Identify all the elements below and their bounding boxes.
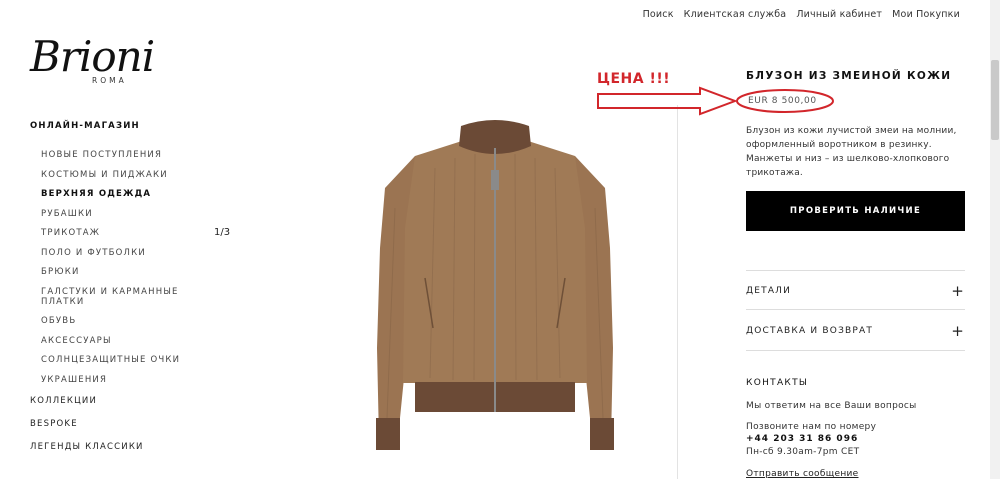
- accordion-divider: [746, 309, 965, 310]
- contacts-line2: Позвоните нам по номеру: [746, 422, 877, 432]
- sidebar-item[interactable]: ВЕРХНЯЯ ОДЕЖДА: [41, 189, 190, 199]
- nav-purchases-link[interactable]: Мои Покупки: [892, 9, 960, 20]
- sidebar-item[interactable]: СОЛНЦЕЗАЩИТНЫЕ ОЧКИ: [41, 355, 190, 365]
- sidebar-item[interactable]: УКРАШЕНИЯ: [41, 375, 190, 385]
- sidebar-item[interactable]: ОБУВЬ: [41, 316, 190, 326]
- nav-customer-service-link[interactable]: Клиентская служба: [684, 9, 787, 20]
- accordion-details[interactable]: ДЕТАЛИ +: [746, 282, 965, 300]
- product-image[interactable]: [375, 118, 615, 479]
- sidebar-item[interactable]: НОВЫЕ ПОСТУПЛЕНИЯ: [41, 150, 190, 160]
- nav-search-link[interactable]: Поиск: [643, 9, 674, 20]
- product-price: EUR 8 500,00: [748, 96, 817, 106]
- brand-logo[interactable]: Brioni ROMA: [30, 32, 160, 88]
- contacts-phone[interactable]: +44 203 31 86 096: [746, 434, 858, 444]
- gallery-counter: 1/3: [214, 227, 231, 238]
- accordion-divider: [746, 270, 965, 271]
- sidebar-item[interactable]: БРЮКИ: [41, 267, 190, 277]
- accordion-details-label: ДЕТАЛИ: [746, 286, 792, 296]
- jacket-right-cuff: [590, 418, 614, 450]
- contacts-line1: Мы ответим на все Ваши вопросы: [746, 401, 917, 411]
- sidebar-link-bespoke[interactable]: BESPOKE: [30, 419, 190, 429]
- accordion-shipping-label: ДОСТАВКА И ВОЗВРАТ: [746, 326, 874, 336]
- nav-account-link[interactable]: Личный кабинет: [796, 9, 882, 20]
- check-availability-button[interactable]: ПРОВЕРИТЬ НАЛИЧИЕ: [746, 191, 965, 231]
- sidebar-item[interactable]: ПОЛО И ФУТБОЛКИ: [41, 248, 190, 258]
- accordion-shipping[interactable]: ДОСТАВКА И ВОЗВРАТ +: [746, 322, 965, 340]
- sidebar-category-list: НОВЫЕ ПОСТУПЛЕНИЯ КОСТЮМЫ И ПИДЖАКИ ВЕРХНЯ…: [41, 150, 190, 385]
- accordion-divider: [746, 350, 965, 351]
- scrollbar[interactable]: [990, 0, 1000, 479]
- contacts-title: КОНТАКТЫ: [746, 378, 809, 388]
- plus-icon: +: [951, 282, 965, 300]
- contacts-message-link[interactable]: Отправить сообщение: [746, 469, 859, 479]
- plus-icon: +: [951, 322, 965, 340]
- sidebar-item[interactable]: РУБАШКИ: [41, 209, 190, 219]
- sidebar-item[interactable]: АКСЕССУАРЫ: [41, 336, 190, 346]
- sidebar-item[interactable]: КОСТЮМЫ И ПИДЖАКИ: [41, 170, 190, 180]
- sidebar-section-title[interactable]: ОНЛАЙН-МАГАЗИН: [30, 121, 190, 131]
- jacket-left-cuff: [376, 418, 400, 450]
- sidebar-bottom-links: КОЛЛЕКЦИИ BESPOKE ЛЕГЕНДЫ КЛАССИКИ: [30, 396, 190, 452]
- product-title: БЛУЗОН ИЗ ЗМЕИНОЙ КОЖИ: [746, 70, 952, 82]
- top-nav: Поиск Клиентская служба Личный кабинет М…: [643, 9, 960, 20]
- price-annotation-text: ЦЕНА !!!: [597, 71, 671, 87]
- logo-script: Brioni: [30, 32, 155, 81]
- sidebar-link-collections[interactable]: КОЛЛЕКЦИИ: [30, 396, 190, 406]
- panel-divider: [677, 105, 678, 479]
- product-description: Блузон из кожи лучистой змеи на молнии, …: [746, 126, 957, 178]
- sidebar: ОНЛАЙН-МАГАЗИН НОВЫЕ ПОСТУПЛЕНИЯ КОСТЮМЫ …: [30, 121, 190, 465]
- logo-sub: ROMA: [92, 76, 127, 85]
- contacts-hours: Пн-сб 9.30am-7pm CET: [746, 447, 860, 457]
- sidebar-link-legends[interactable]: ЛЕГЕНДЫ КЛАССИКИ: [30, 442, 190, 452]
- product-panel: БЛУЗОН ИЗ ЗМЕИНОЙ КОЖИ EUR 8 500,00 Блуз…: [746, 70, 966, 479]
- sidebar-item[interactable]: ТРИКОТАЖ: [41, 228, 190, 238]
- sidebar-item[interactable]: ГАЛСТУКИ И КАРМАННЫЕ ПЛАТКИ: [41, 287, 190, 307]
- scrollbar-thumb[interactable]: [991, 60, 999, 140]
